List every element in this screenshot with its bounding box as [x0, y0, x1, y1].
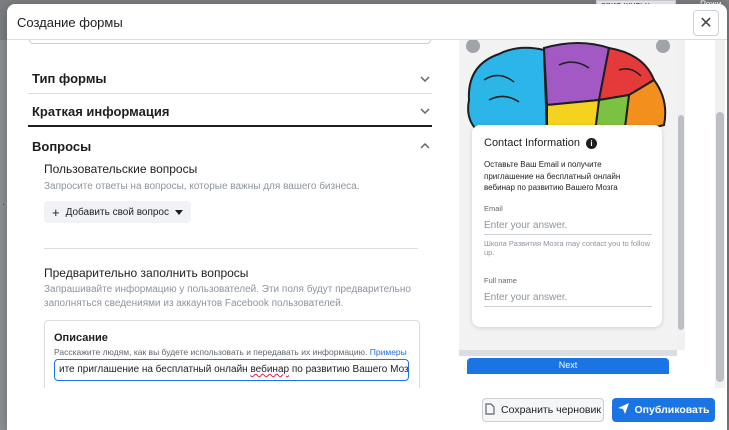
misspelled-word: вебинар: [250, 364, 290, 375]
section-form-type[interactable]: Тип формы: [28, 64, 432, 94]
dialog-scroll-thumb[interactable]: [716, 112, 724, 382]
dialog-footer: Сохранить черновик Опубликовать: [7, 388, 727, 430]
caret-down-icon: [175, 207, 183, 218]
send-icon: [617, 403, 629, 417]
dialog-title: Создание формы: [17, 15, 123, 30]
email-label: Email: [484, 204, 503, 213]
description-input[interactable]: ите приглашение на бесплатный онлайн веб…: [54, 359, 409, 381]
section-title-form-type: Тип формы: [32, 71, 107, 86]
section-title-intro: Краткая информация: [32, 103, 170, 119]
document-icon: [485, 402, 495, 418]
close-button[interactable]: ✕: [693, 10, 719, 36]
save-draft-label: Сохранить черновик: [501, 404, 601, 416]
preview-title: Contact Information i: [484, 137, 597, 149]
email-input[interactable]: Enter your answer.: [484, 219, 652, 235]
dialog-scrollbar[interactable]: [715, 40, 725, 388]
chevron-down-icon: [420, 106, 430, 116]
divider: [44, 248, 418, 249]
dialog-header: Создание формы ✕: [7, 4, 727, 40]
preview-scroll-thumb[interactable]: [678, 115, 684, 330]
preview-form-card: Contact Information i Оставьте Ваш Email…: [472, 125, 662, 327]
form-preview: Contact Information i Оставьте Ваш Email…: [459, 40, 677, 350]
background-side-strip: ·: [0, 40, 7, 430]
preview-title-text: Contact Information: [484, 137, 580, 149]
publish-label: Опубликовать: [634, 404, 710, 416]
description-hint: Расскажите людям, как вы будете использо…: [54, 347, 407, 357]
full-name-label: Full name: [484, 276, 517, 285]
custom-questions-description: Запросите ответы на вопросы, которые важ…: [44, 181, 360, 192]
add-custom-question-button[interactable]: + Добавить свой вопрос: [44, 201, 191, 223]
section-title-questions: Вопросы: [32, 138, 92, 154]
preview-bottom-bar: [459, 350, 677, 356]
form-settings-panel: Тип формы Краткая информация Вопросы Пол…: [7, 40, 447, 430]
preview-scrollbar[interactable]: [677, 40, 685, 350]
email-note: Школа Развития Мозга may contact you to …: [484, 239, 650, 257]
description-hint-text: Расскажите людям, как вы будете использо…: [54, 347, 368, 357]
description-value-part: ите приглашение на бесплатный онлайн: [59, 364, 251, 375]
publish-button[interactable]: Опубликовать: [612, 398, 715, 422]
custom-questions-title: Пользовательские вопросы: [44, 162, 198, 176]
full-name-input[interactable]: Enter your answer.: [484, 291, 652, 307]
preview-intro-text: Оставьте Ваш Email и получите приглашени…: [484, 160, 621, 192]
create-form-dialog: Создание формы ✕ Тип формы Краткая инфор…: [7, 4, 727, 430]
save-draft-button[interactable]: Сохранить черновик: [482, 398, 604, 422]
examples-link[interactable]: Примеры: [370, 347, 407, 357]
section-intro[interactable]: Краткая информация: [28, 97, 432, 127]
chevron-up-icon: [420, 141, 430, 151]
plus-icon: +: [52, 204, 60, 220]
close-icon: ✕: [699, 15, 713, 32]
description-label: Описание: [54, 332, 108, 344]
prefill-title: Предварительно заполнить вопросы: [44, 266, 249, 280]
section-questions[interactable]: Вопросы: [28, 131, 432, 161]
chevron-down-icon: [420, 74, 430, 84]
previous-field-edge: [29, 40, 431, 44]
prefill-description: Запрашивайте информацию у пользователей.…: [44, 284, 411, 309]
preview-next-button[interactable]: Next: [467, 358, 669, 374]
add-custom-question-label: Добавить свой вопрос: [65, 206, 169, 218]
info-icon: i: [586, 137, 597, 149]
description-value-part: по развитию Вашего Мозга: [289, 364, 409, 375]
